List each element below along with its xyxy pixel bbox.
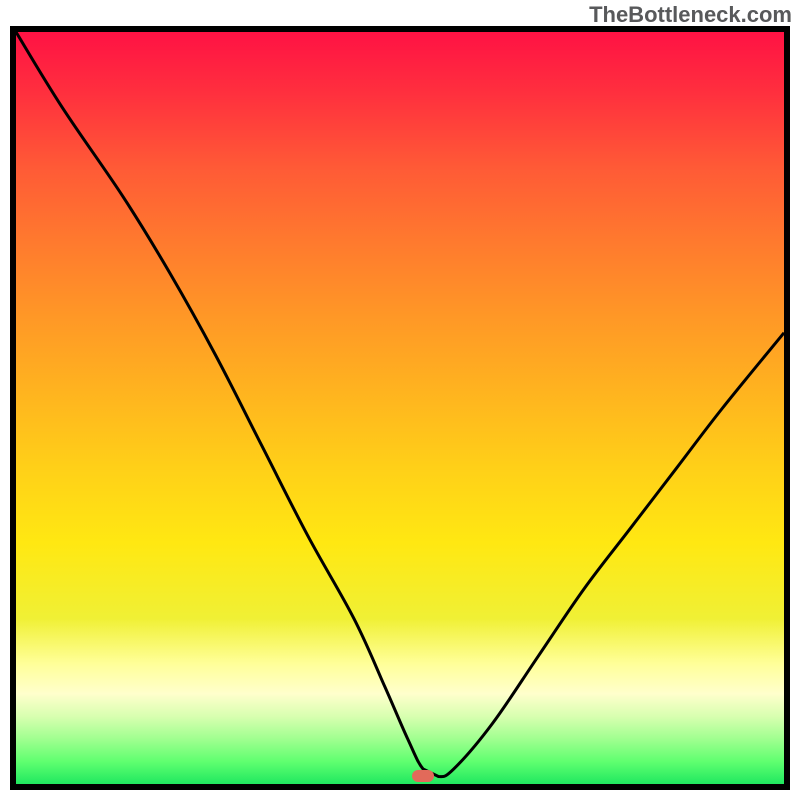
watermark-text: TheBottleneck.com bbox=[589, 2, 792, 28]
curve-path bbox=[16, 32, 784, 777]
plot-area bbox=[10, 26, 790, 790]
chart-container: TheBottleneck.com bbox=[0, 0, 800, 800]
minimum-marker bbox=[412, 770, 434, 782]
curve-svg bbox=[16, 32, 784, 784]
